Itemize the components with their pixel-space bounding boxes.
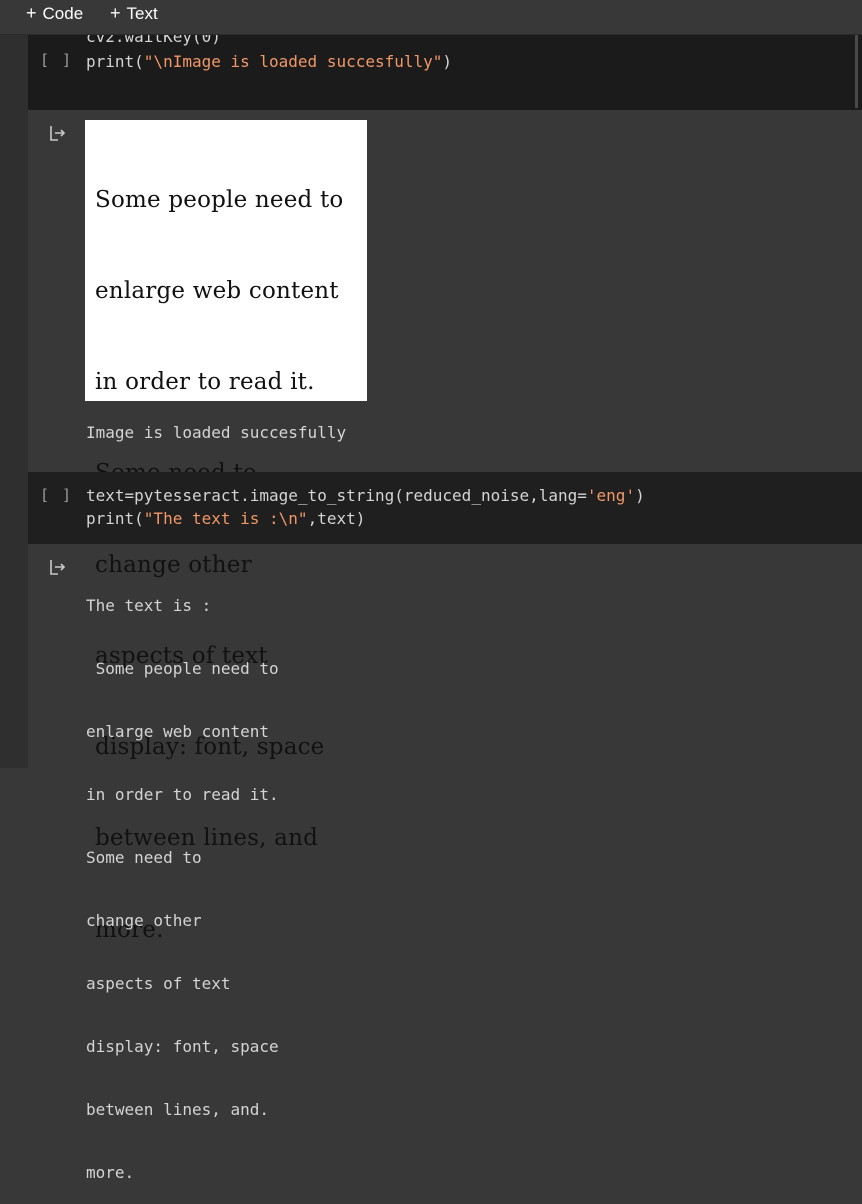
- output-image: Some people need to enlarge web content …: [85, 120, 367, 943]
- code-string-literal: 'eng': [586, 486, 636, 505]
- output-line: enlarge web content: [86, 722, 270, 741]
- code-ocr-call: text=pytesseract.image_to_string(reduced…: [86, 486, 587, 505]
- code-line-print-text: print("The text is :\n",text): [86, 507, 365, 530]
- output-line: in order to read it.: [86, 785, 279, 804]
- cell-scrollbar[interactable]: [855, 35, 858, 108]
- add-text-button[interactable]: + Text: [110, 0, 158, 26]
- plus-icon: +: [110, 3, 121, 23]
- output-line: display: font, space: [86, 1037, 279, 1056]
- code-string-literal: "The text is :\n": [143, 509, 308, 528]
- output-line: aspects of text: [86, 974, 231, 993]
- add-text-label: Text: [126, 4, 158, 23]
- code-print-fn: print(: [86, 509, 144, 528]
- plus-icon: +: [26, 3, 37, 23]
- output-line: Some people need to: [86, 659, 279, 678]
- add-code-label: Code: [42, 4, 84, 23]
- output-line: Some need to: [86, 848, 202, 867]
- run-cell-button-2[interactable]: [ ]: [40, 486, 73, 504]
- add-code-button[interactable]: + Code: [26, 0, 83, 26]
- output-redirect-icon[interactable]: [48, 558, 66, 576]
- output-line: change other: [86, 911, 202, 930]
- code-print-fn: print(: [86, 52, 144, 71]
- notebook-toolbar: + Code + Text: [0, 0, 862, 35]
- code-cell-1[interactable]: cv2.waitKey(0) [ ] print("\nImage is loa…: [28, 35, 862, 110]
- output-line: between lines, and.: [86, 1100, 270, 1119]
- code-string-literal: "\nImage is loaded succesfully": [143, 52, 443, 71]
- left-gutter: [0, 35, 28, 768]
- output-line: The text is :: [86, 596, 212, 615]
- run-cell-button-1[interactable]: [ ]: [40, 51, 73, 69]
- code-cell-2[interactable]: [ ] text=pytesseract.image_to_string(red…: [28, 472, 862, 544]
- code-print-args: ,text): [307, 509, 366, 528]
- output-line: more.: [86, 1163, 135, 1182]
- code-line-waitkey: cv2.waitKey(0): [86, 35, 221, 46]
- image-line: enlarge web content: [95, 278, 339, 305]
- code-line-print: print("\nImage is loaded succesfully"): [86, 50, 452, 73]
- code-line-ocr: text=pytesseract.image_to_string(reduced…: [86, 484, 645, 507]
- image-line: in order to read it.: [95, 369, 315, 396]
- code-print-close: ): [442, 52, 453, 71]
- code-ocr-close: ): [635, 486, 645, 505]
- output-message: Image is loaded succesfully: [86, 423, 347, 442]
- output-redirect-icon[interactable]: [48, 124, 66, 142]
- image-line: Some people need to: [95, 186, 344, 213]
- ocr-output-text: The text is : Some people need to enlarg…: [86, 553, 279, 1204]
